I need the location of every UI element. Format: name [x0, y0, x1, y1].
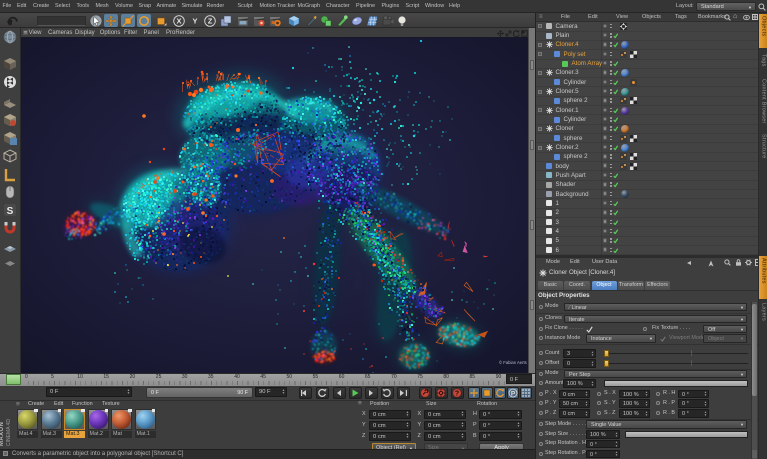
svg-text:Z: Z	[208, 16, 213, 25]
svg-text:X: X	[176, 16, 181, 25]
svg-text:S: S	[7, 206, 14, 217]
svg-text:Y: Y	[192, 16, 197, 25]
